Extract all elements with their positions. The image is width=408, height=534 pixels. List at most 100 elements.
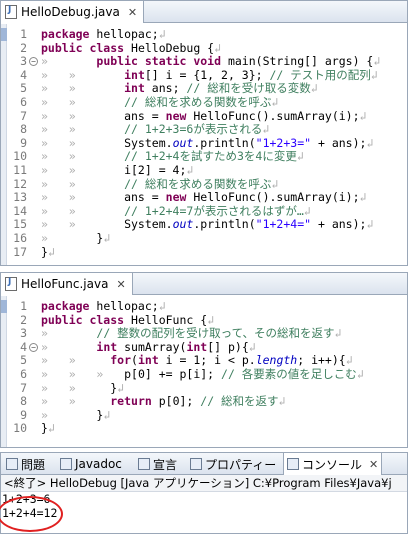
- code-text: » » ans = new HelloFunc().sumArray(i);↲: [41, 190, 367, 205]
- code-line[interactable]: 4−» int sumArray(int[] p){↲: [1, 339, 407, 354]
- code-line[interactable]: 6 » » // 総和を求める関数を呼ぶ↲: [1, 96, 407, 109]
- code-text: » » i[2] = 4;↲: [41, 163, 194, 177]
- code-line[interactable]: 2 public class HelloFunc {↲: [1, 312, 407, 327]
- tab-declaration[interactable]: 宣言: [135, 453, 180, 475]
- code-line[interactable]: 9 » }↲: [1, 407, 407, 422]
- java-file-icon: [5, 5, 17, 19]
- tab-javadoc[interactable]: Javadoc: [57, 453, 125, 475]
- code-line[interactable]: 16 » }↲: [1, 232, 407, 245]
- current-line-marker: [1, 300, 7, 313]
- code-text: » // 整数の配列を受け取って、その総和を返す↲: [41, 326, 342, 341]
- tab-problems[interactable]: 問題: [3, 453, 48, 475]
- code-line[interactable]: 3−» public static void main(String[] arg…: [1, 55, 407, 68]
- close-icon[interactable]: ✕: [116, 278, 125, 291]
- code-line[interactable]: 10 » » // 1+2+4を試すため3を4に変更↲: [1, 150, 407, 163]
- code-line[interactable]: 12 » » // 総和を求める関数を呼ぶ↲: [1, 176, 407, 191]
- code-line[interactable]: 5 » » int ans; // 総和を受け取る変数↲: [1, 82, 407, 95]
- code-text: » » // 総和を求める関数を呼ぶ↲: [41, 176, 279, 191]
- line-number: 11: [13, 163, 27, 177]
- line-number: 8: [20, 122, 27, 137]
- line-number: 8: [20, 394, 27, 409]
- console-line: 1+2+3=6: [2, 492, 51, 506]
- code-text: » » // 1+2+4=7が表示されるはずが…↲: [41, 203, 311, 218]
- close-icon[interactable]: ✕: [128, 6, 137, 19]
- code-line[interactable]: 5 » » for(int i = 1; i < p.length; i++){↲: [1, 354, 407, 367]
- line-number: 9: [20, 407, 27, 422]
- code-line[interactable]: 13 » » ans = new HelloFunc().sumArray(i);…: [1, 191, 407, 204]
- code-text: }↲: [41, 421, 55, 436]
- editor-tabbar: HelloDebug.java ✕: [1, 1, 407, 23]
- line-number: 5: [20, 81, 27, 96]
- line-number: 15: [13, 217, 27, 232]
- line-number: 2: [20, 312, 27, 327]
- code-line[interactable]: 7 » » ans = new HelloFunc().sumArray(i);↲: [1, 108, 407, 123]
- java-file-icon: [5, 277, 17, 291]
- code-text: » » ans = new HelloFunc().sumArray(i);↲: [41, 108, 367, 123]
- code-line[interactable]: 10}↲: [1, 422, 407, 435]
- code-text: » » // 1+2+4を試すため3を4に変更↲: [41, 149, 304, 164]
- view-tabbar: 問題 Javadoc 宣言 プロパティー コンソール ✕: [1, 453, 407, 475]
- code-text: » » System.out.println("1+2+4=" + ans);↲: [41, 217, 374, 232]
- declaration-icon: [138, 458, 150, 470]
- code-line[interactable]: 1 package hellopac;↲: [1, 28, 407, 41]
- code-text: » » }↲: [41, 380, 125, 395]
- code-text: » » // 1+2+3=6が表示される↲: [41, 122, 270, 137]
- line-number: 16: [13, 231, 27, 245]
- line-number: 12: [13, 176, 27, 191]
- code-line[interactable]: 4 » » int[] i = {1, 2, 3}; // テスト用の配列↲: [1, 67, 407, 82]
- console-icon: [287, 458, 299, 470]
- code-text: » » int ans; // 総和を受け取る変数↲: [41, 81, 318, 96]
- javadoc-icon: [60, 458, 72, 470]
- code-line[interactable]: 7 » » }↲: [1, 380, 407, 395]
- tab-label: HelloFunc.java: [21, 277, 109, 291]
- code-line[interactable]: 14 » » // 1+2+4=7が表示されるはずが…↲: [1, 203, 407, 218]
- line-number: 13: [13, 190, 27, 205]
- code-line[interactable]: 17}↲: [1, 244, 407, 259]
- code-text: » public static void main(String[] args)…: [41, 54, 381, 69]
- editor-tabbar: HelloFunc.java ✕: [1, 273, 407, 295]
- tab-console[interactable]: コンソール ✕: [283, 453, 383, 475]
- code-line[interactable]: 3 » // 整数の配列を受け取って、その総和を返す↲: [1, 327, 407, 340]
- tab-label: 宣言: [153, 457, 178, 472]
- line-number: 3: [20, 54, 27, 69]
- tab-label: Javadoc: [75, 457, 122, 471]
- code-text: » }↲: [41, 407, 111, 422]
- tab-label: コンソール: [302, 457, 363, 472]
- code-text: » » return p[0]; // 総和を返す↲: [41, 394, 286, 409]
- tab-label: 問題: [21, 457, 46, 472]
- code-line[interactable]: 8 » » // 1+2+3=6が表示される↲: [1, 123, 407, 136]
- tab-properties[interactable]: プロパティー: [187, 453, 279, 475]
- code-line[interactable]: 9 » » System.out.println("1+2+3=" + ans);…: [1, 135, 407, 150]
- code-editor[interactable]: 1 package hellopac;↲ 2 public class HelloDe…: [1, 24, 407, 265]
- tab-hellodebug[interactable]: HelloDebug.java ✕: [1, 1, 145, 23]
- code-text: » » System.out.println("1+2+3=" + ans);↲: [41, 135, 374, 150]
- code-line[interactable]: 15 » » System.out.println("1+2+4=" + ans)…: [1, 218, 407, 231]
- current-line-marker: [1, 28, 7, 41]
- fold-toggle-icon[interactable]: −: [29, 342, 38, 352]
- code-line[interactable]: 6 » » » p[0] += p[i]; // 各要素の値を足しこむ↲: [1, 368, 407, 381]
- line-number: 5: [20, 353, 27, 368]
- code-line[interactable]: 11 » » i[2] = 4;↲: [1, 164, 407, 177]
- code-line[interactable]: 2 public class HelloDebug {↲: [1, 40, 407, 55]
- code-text: public class HelloFunc {↲: [41, 312, 215, 327]
- line-number: 3: [20, 326, 27, 341]
- tab-hellofunc[interactable]: HelloFunc.java ✕: [1, 273, 133, 295]
- code-text: » » // 総和を求める関数を呼ぶ↲: [41, 95, 279, 109]
- line-number: 4: [20, 339, 27, 354]
- console-view: 問題 Javadoc 宣言 プロパティー コンソール ✕ <終了> HelloD…: [0, 452, 408, 534]
- close-icon[interactable]: ✕: [369, 458, 378, 471]
- line-number: 17: [13, 244, 27, 259]
- code-text: » » int[] i = {1, 2, 3}; // テスト用の配列↲: [41, 67, 378, 82]
- line-number: 1: [20, 299, 27, 313]
- line-number: 2: [20, 40, 27, 55]
- line-number: 6: [20, 95, 27, 109]
- fold-toggle-icon[interactable]: −: [29, 57, 38, 67]
- line-number: 4: [20, 67, 27, 82]
- code-editor[interactable]: 1 package hellopac;↲ 2 public class HelloFu…: [1, 296, 407, 447]
- code-text: » » » p[0] += p[i]; // 各要素の値を足しこむ↲: [41, 367, 364, 381]
- line-number: 6: [20, 367, 27, 381]
- code-line[interactable]: 1 package hellopac;↲: [1, 300, 407, 313]
- code-line[interactable]: 8 » » return p[0]; // 総和を返す↲: [1, 395, 407, 408]
- line-number: 7: [20, 108, 27, 123]
- line-number: 10: [13, 149, 27, 164]
